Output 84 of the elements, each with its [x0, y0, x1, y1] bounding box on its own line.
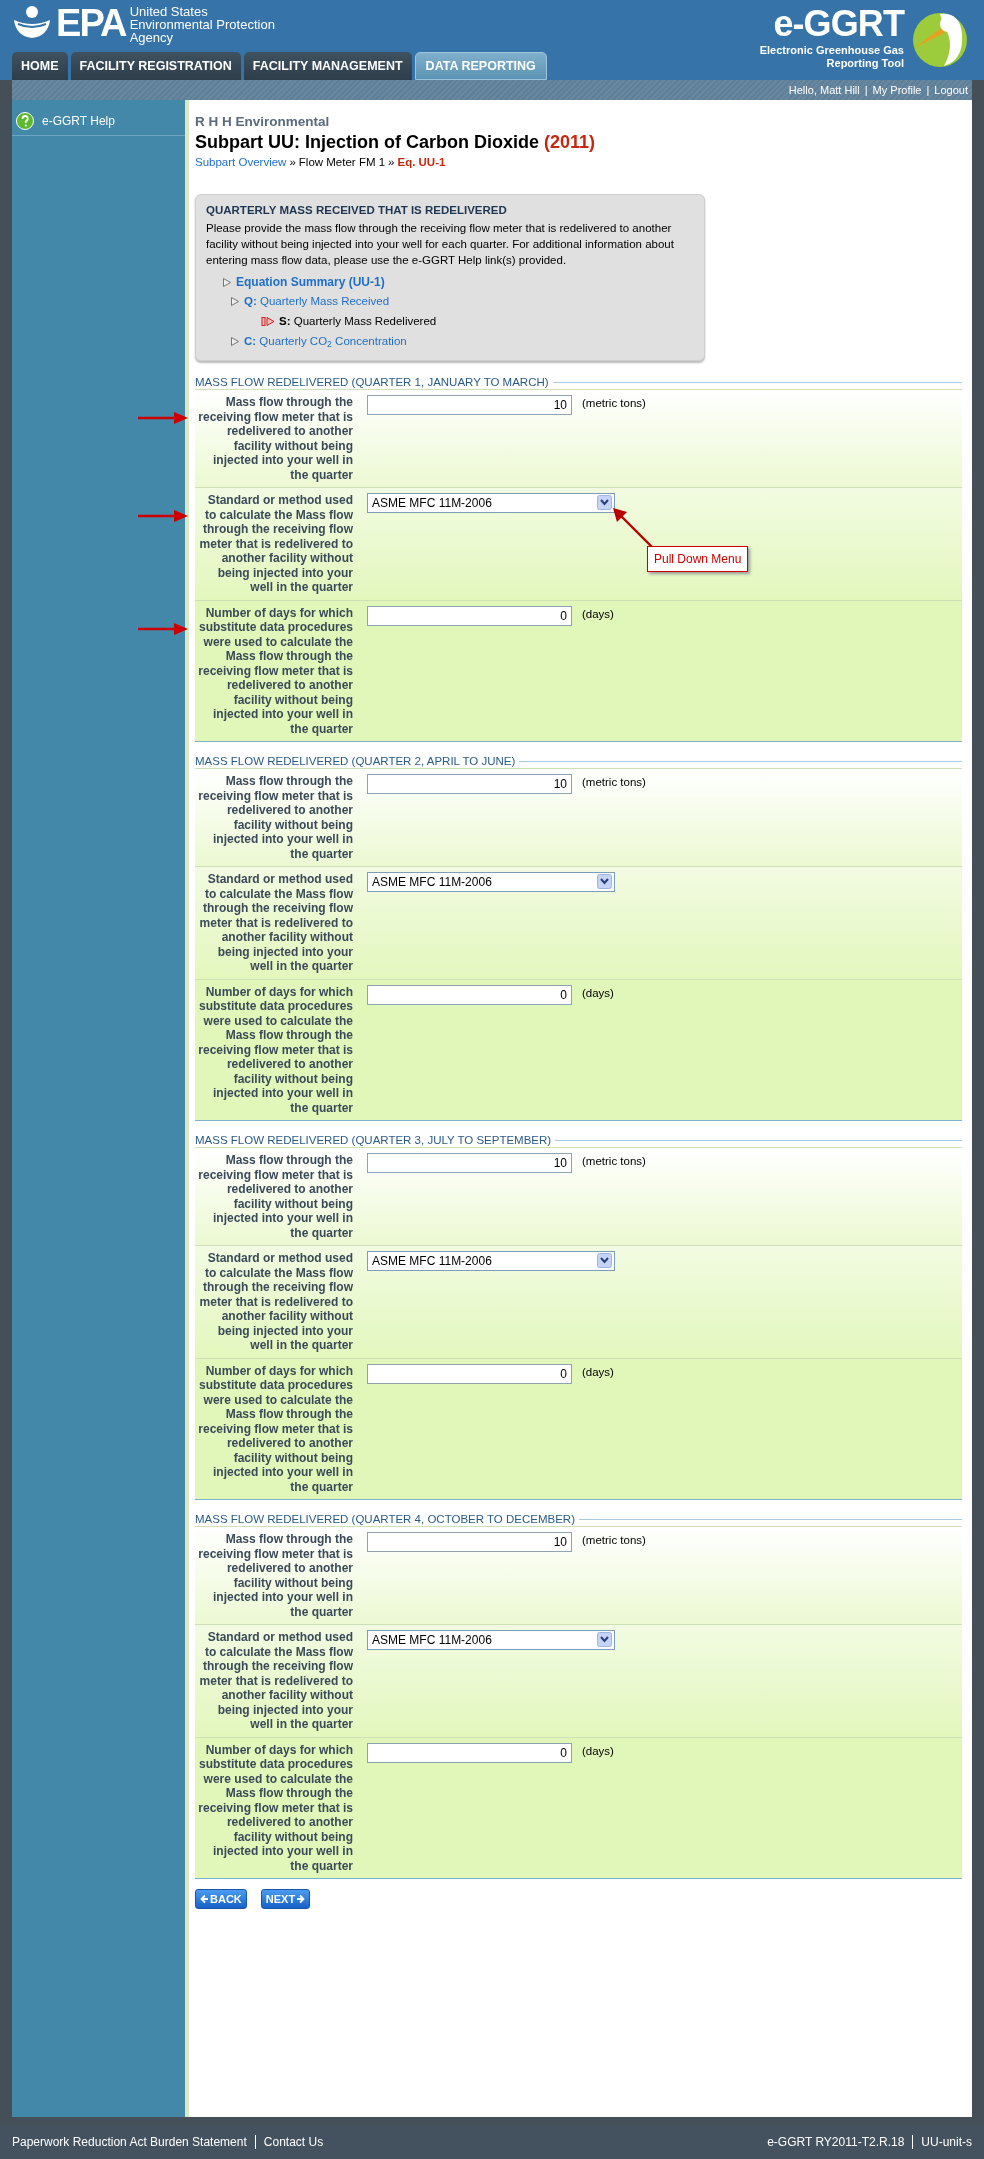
field-label: Standard or method used to calculate the Mass flow through the receiving flow meter that is redelivered to another facility without being injected into your well in the quarter	[198, 493, 353, 595]
breadcrumb-separator: »	[388, 155, 395, 170]
nav-tab[interactable]: HOME	[12, 52, 68, 80]
reporting-year: (2011)	[544, 131, 596, 154]
unit-label: (days)	[582, 1743, 614, 1759]
epa-logo-text: EPA	[56, 4, 126, 42]
number-input[interactable]: 0	[367, 605, 572, 626]
unit-label: (days)	[582, 1364, 614, 1380]
unit-label: (metric tons)	[582, 1533, 646, 1548]
current-item: S: Quarterly Mass Redelivered	[230, 311, 694, 331]
tool-logo-text: e-GGRT	[773, 6, 904, 42]
field-label: Number of days for which substitute data procedures were used to calculate the Mass flow through the receiving flow meter that is redelivered to another facility without being injected into your well in the quarter	[197, 984, 353, 1115]
number-input[interactable]: 10	[367, 1532, 572, 1552]
chevron-down-icon	[597, 874, 613, 890]
next-button[interactable]: NEXT	[260, 1889, 311, 1909]
footer-text: UU-unit-s	[921, 2134, 972, 2151]
chevron-down-icon	[597, 1632, 613, 1648]
number-input[interactable]: 0	[367, 1363, 572, 1384]
breadcrumb-link[interactable]: Subpart Overview	[195, 154, 287, 170]
section-heading: MASS FLOW REDELIVERED (QUARTER 3, JULY TO SEPTEMBER)	[195, 1133, 552, 1147]
dropdown[interactable]: ASME MFC 11M-2006	[367, 1251, 615, 1271]
field-label: Mass flow through the receiving flow meter that is redelivered to another facility without being injected into your well in the quarter	[197, 1532, 353, 1619]
agency-name: Environmental Protection	[129, 18, 275, 31]
chevron-down-icon	[597, 1253, 613, 1269]
separator: |	[863, 82, 869, 98]
triangle-icon	[230, 295, 240, 307]
unit-label: (metric tons)	[582, 775, 646, 790]
equation-link[interactable]: C: Quarterly CO$_{2}$ Concentration	[230, 331, 694, 351]
greeting-text: Hello, Matt Hill	[788, 82, 860, 98]
arrow-right-icon	[296, 1894, 306, 1904]
field-label: Number of days for which substitute data procedures were used to calculate the Mass flow through the receiving flow meter that is redelivered to another facility without being injected into your well in the quarter	[197, 1363, 353, 1494]
page-title: Subpart UU: Injection of Carbon Dioxide	[195, 131, 539, 154]
dropdown[interactable]: ASME MFC 11M-2006	[367, 872, 615, 892]
breadcrumb-separator: »	[289, 155, 296, 170]
breadcrumb-item: Eq. UU-1	[397, 155, 446, 170]
panel-text: Please provide the mass flow through the receiving flow meter that is redelivered to another facility without being injected into your well for each quarter. For additional information about entering mass flow data, please use the e-GGRT Help link(s) provided.	[206, 221, 675, 268]
current-marker-icon	[261, 315, 275, 327]
breadcrumb-item: Flow Meter FM 1	[298, 155, 386, 170]
footer-text: e-GGRT RY2011-T2.R.18	[767, 2134, 905, 2151]
equation-link[interactable]: Q: Quarterly Mass Received	[230, 291, 694, 311]
tool-subtitle: Electronic Greenhouse Gas Reporting Tool	[758, 44, 904, 70]
epa-emblem-icon	[12, 4, 52, 40]
field-label: Standard or method used to calculate the Mass flow through the receiving flow meter that is redelivered to another facility without being injected into your well in the quarter	[198, 1630, 353, 1732]
facility-name: R H H Environmental	[195, 114, 331, 130]
field-label: Mass flow through the receiving flow meter that is redelivered to another facility without being injected into your well in the quarter	[197, 1153, 353, 1240]
unit-label: (days)	[582, 606, 614, 622]
callout-label: Pull Down Menu	[647, 546, 749, 572]
user-link[interactable]: Logout	[934, 81, 968, 99]
section-heading: MASS FLOW REDELIVERED (QUARTER 4, OCTOBER TO DECEMBER)	[195, 1512, 575, 1526]
equation-summary-link[interactable]: Equation Summary (UU-1)	[236, 274, 385, 291]
back-button[interactable]: BACK	[195, 1889, 247, 1909]
arrow-left-icon	[200, 1894, 209, 1904]
section-heading: MASS FLOW REDELIVERED (QUARTER 1, JANUARY TO MARCH)	[195, 375, 549, 389]
unit-label: (metric tons)	[582, 1154, 646, 1169]
field-label: Mass flow through the receiving flow meter that is redelivered to another facility without being injected into your well in the quarter	[197, 395, 353, 482]
number-input[interactable]: 10	[367, 1153, 572, 1173]
number-input[interactable]: 0	[367, 984, 572, 1005]
field-label: Standard or method used to calculate the Mass flow through the receiving flow meter that is redelivered to another facility without being injected into your well in the quarter	[198, 1251, 353, 1353]
triangle-icon	[230, 335, 240, 347]
help-icon	[16, 111, 34, 130]
chevron-down-icon	[597, 495, 613, 511]
user-link[interactable]: My Profile	[872, 81, 922, 99]
dropdown[interactable]: ASME MFC 11M-2006	[367, 493, 615, 513]
field-label: Number of days for which substitute data procedures were used to calculate the Mass flow through the receiving flow meter that is redelivered to another facility without being injected into your well in the quarter	[197, 605, 353, 736]
number-input[interactable]: 0	[367, 1742, 572, 1763]
field-label: Number of days for which substitute data procedures were used to calculate the Mass flow through the receiving flow meter that is redelivered to another facility without being injected into your well in the quarter	[197, 1742, 353, 1873]
field-label: Standard or method used to calculate the Mass flow through the receiving flow meter that is redelivered to another facility without being injected into your well in the quarter	[198, 872, 353, 974]
footer-link[interactable]: Contact Us	[263, 2133, 324, 2151]
agency-name: Agency	[129, 31, 174, 44]
dropdown[interactable]: ASME MFC 11M-2006	[367, 1630, 615, 1650]
number-input[interactable]: 10	[367, 774, 572, 794]
panel-heading: QUARTERLY MASS RECEIVED THAT IS REDELIVERED	[206, 203, 508, 218]
agency-name: United States	[129, 5, 209, 18]
triangle-icon	[222, 277, 232, 288]
separator: |	[925, 82, 931, 98]
unit-label: (days)	[582, 985, 614, 1001]
nav-tab[interactable]: FACILITY MANAGEMENT	[243, 52, 412, 80]
section-heading: MASS FLOW REDELIVERED (QUARTER 2, APRIL TO JUNE)	[195, 754, 516, 768]
nav-tab[interactable]: FACILITY REGISTRATION	[70, 52, 241, 80]
number-input[interactable]: 10	[367, 395, 572, 415]
footer-link[interactable]: Paperwork Reduction Act Burden Statement	[12, 2133, 247, 2151]
sidebar-item[interactable]: e-GGRT Help	[12, 106, 185, 136]
field-label: Mass flow through the receiving flow meter that is redelivered to another facility without being injected into your well in the quarter	[197, 774, 353, 861]
unit-label: (metric tons)	[582, 396, 646, 411]
